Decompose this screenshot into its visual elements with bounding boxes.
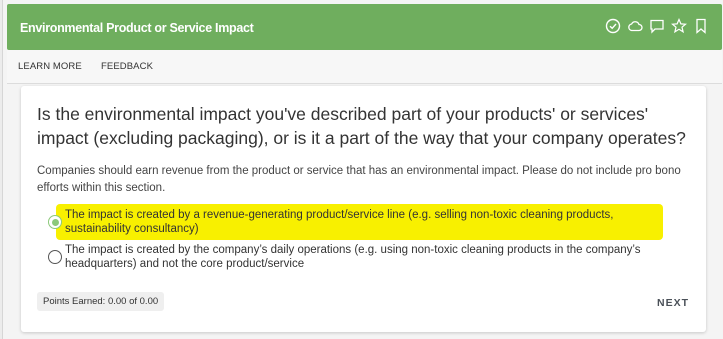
answer-option-label: The impact is created by a revenue-gener…: [65, 209, 614, 235]
cloud-icon[interactable]: [626, 17, 644, 35]
section-header: Environmental Product or Service Impact: [7, 4, 722, 50]
question-toolbar: LEARN MORE FEEDBACK: [7, 50, 722, 84]
assessment-panel: Environmental Product or Service Impact …: [2, 0, 723, 339]
answer-option-label: The impact is created by the company’s d…: [65, 244, 641, 270]
question-text: Is the environmental impact you've descr…: [37, 104, 686, 148]
check-circle-icon[interactable]: [604, 17, 622, 35]
question-helper-text: Companies should earn revenue from the p…: [37, 165, 681, 194]
next-button[interactable]: NEXT: [657, 297, 689, 309]
radio-button-selected[interactable]: [48, 215, 62, 229]
header-icon-bar: [604, 17, 710, 35]
section-title: Environmental Product or Service Impact: [20, 21, 254, 35]
points-earned-badge: Points Earned: 0.00 of 0.00: [37, 292, 165, 311]
radio-button[interactable]: [48, 250, 62, 264]
question-card: Is the environmental impact you've descr…: [21, 86, 706, 332]
star-icon[interactable]: [670, 17, 688, 35]
learn-more-link[interactable]: LEARN MORE: [18, 61, 82, 72]
feedback-link[interactable]: FEEDBACK: [101, 61, 153, 72]
comment-icon[interactable]: [648, 17, 666, 35]
bookmark-icon[interactable]: [692, 17, 710, 35]
